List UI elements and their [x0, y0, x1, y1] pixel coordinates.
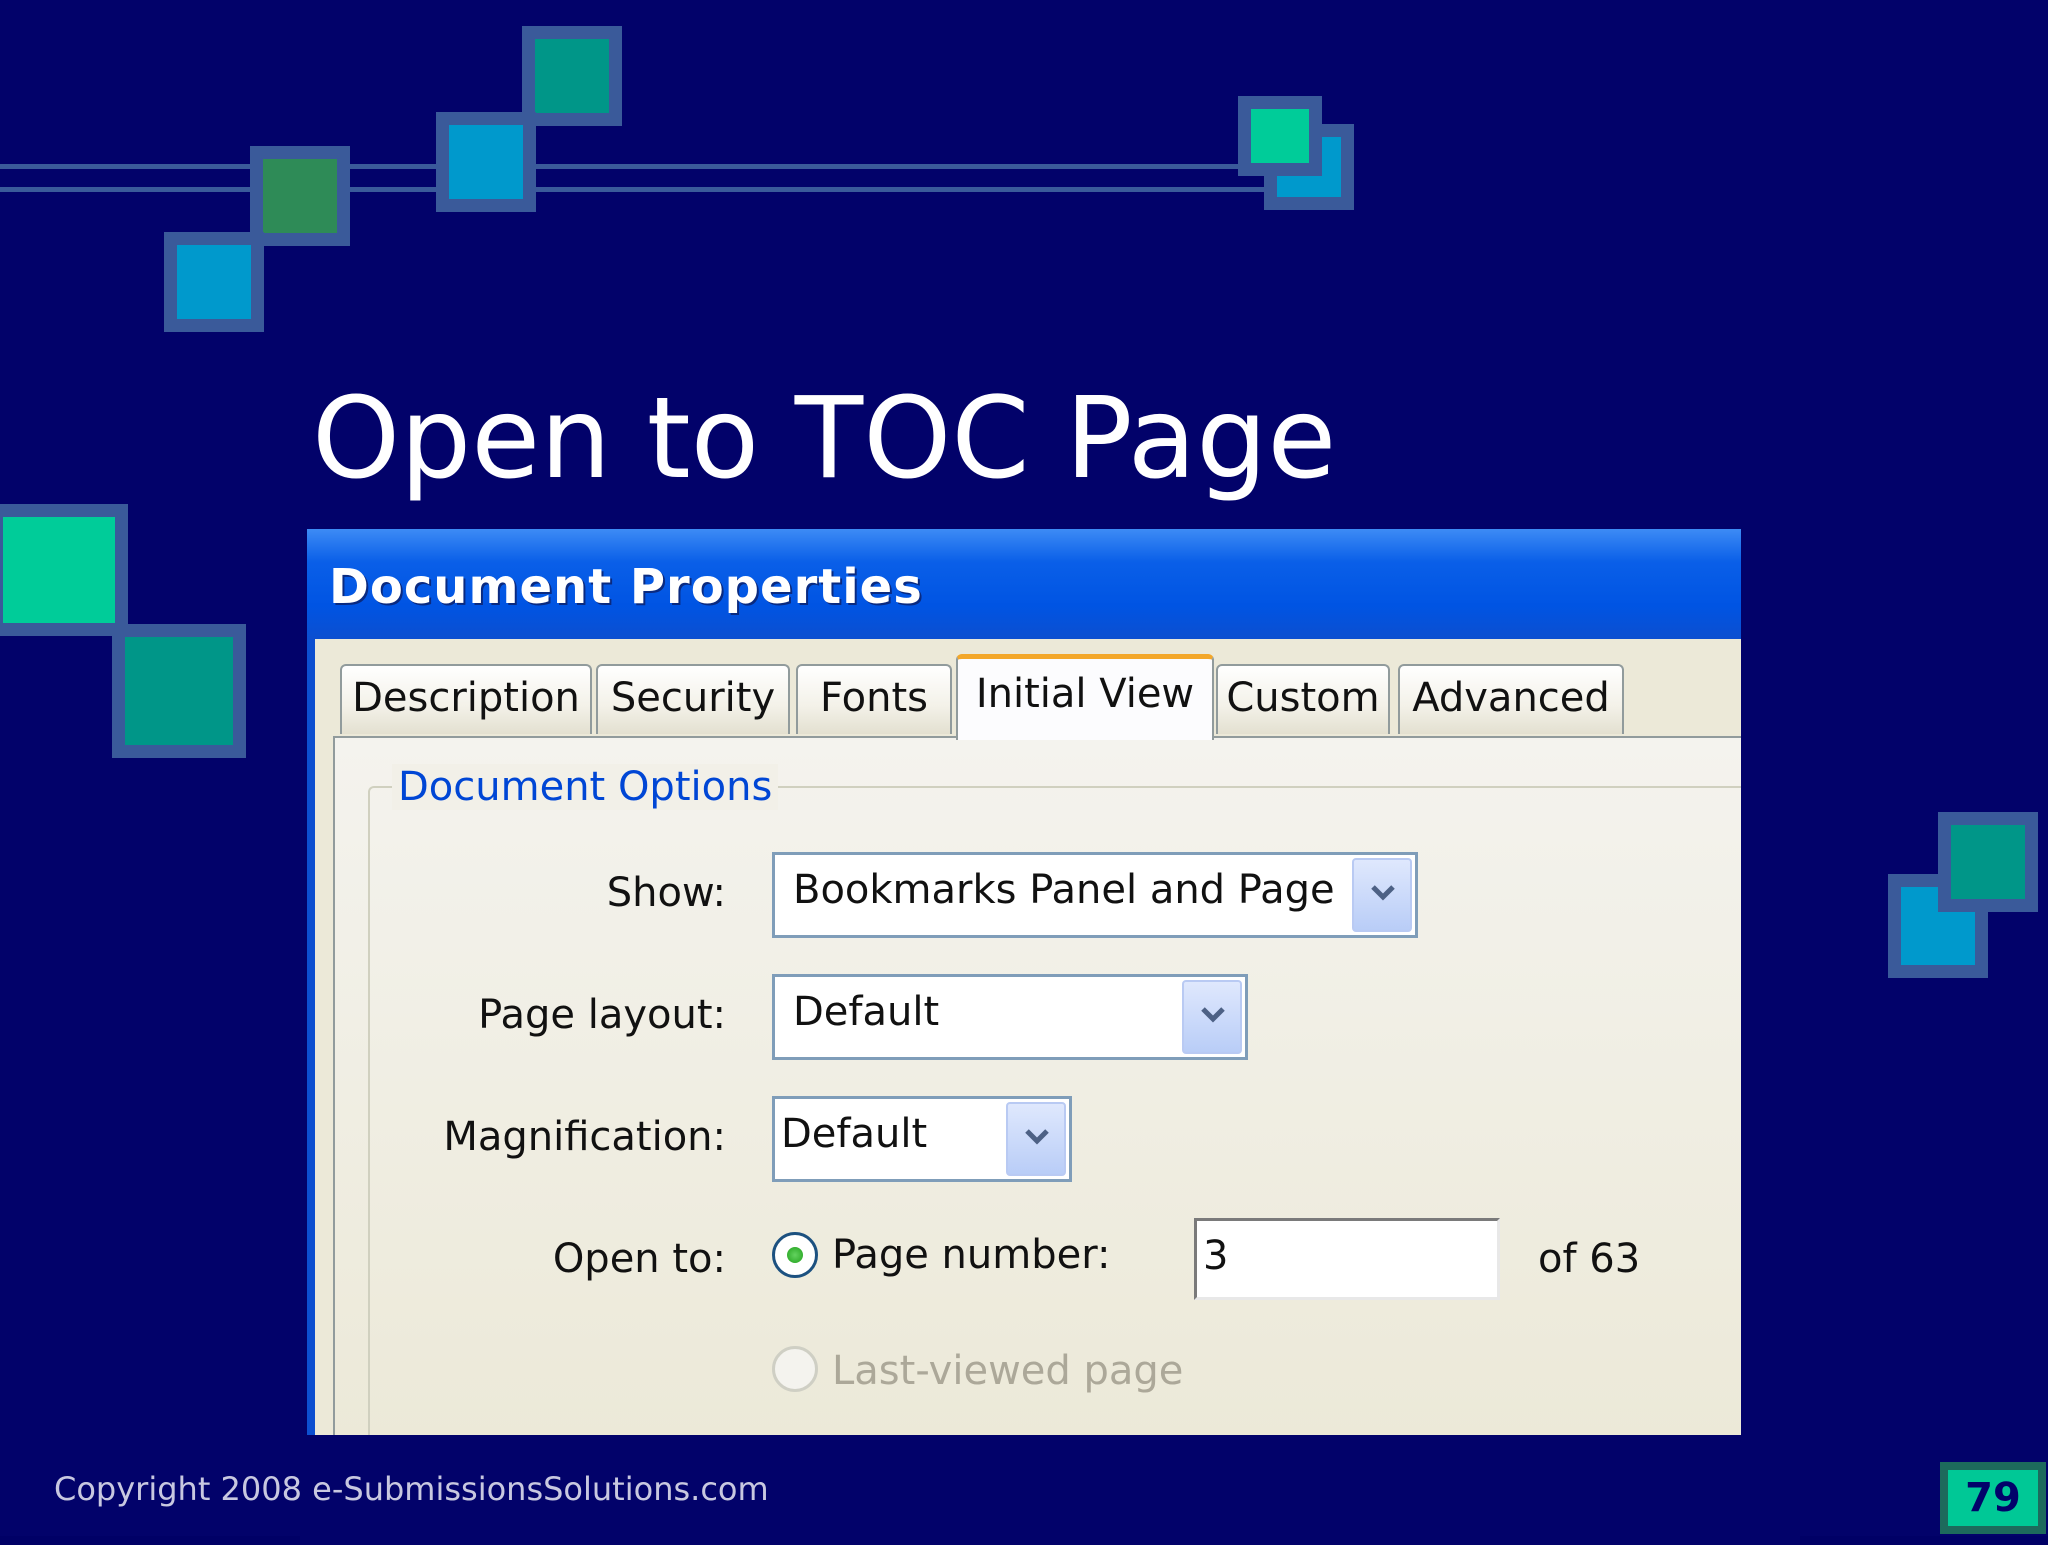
page-layout-select[interactable]: Default [772, 974, 1248, 1060]
magnification-dropdown-button[interactable] [1006, 1102, 1066, 1176]
radio-selected-dot [787, 1247, 803, 1263]
page-number-radio[interactable] [772, 1232, 818, 1278]
magnification-label: Magnification: [443, 1114, 726, 1160]
dialog-titlebar[interactable]: Document Properties [307, 529, 1741, 639]
decor-square [250, 146, 350, 246]
slide-title: Open to TOC Page [312, 374, 1337, 504]
document-options-label: Document Options [392, 764, 779, 810]
tab-security[interactable]: Security [596, 664, 790, 734]
last-viewed-page-label[interactable]: Last-viewed page [832, 1348, 1183, 1394]
decor-square [1938, 812, 2038, 912]
slide-background-right [1741, 529, 1881, 1435]
decor-line-top [0, 164, 1290, 192]
slide-number-badge: 79 [1940, 1462, 2046, 1534]
show-label: Show: [606, 870, 726, 916]
chevron-down-icon [1201, 1007, 1225, 1023]
page-total-text: of 63 [1538, 1236, 1641, 1282]
copyright-footer: Copyright 2008 e-SubmissionsSolutions.co… [54, 1470, 769, 1508]
tab-fonts[interactable]: Fonts [796, 664, 952, 734]
last-viewed-page-radio[interactable] [772, 1346, 818, 1392]
page-layout-select-value: Default [793, 989, 940, 1035]
page-layout-label: Page layout: [478, 992, 726, 1038]
decor-square [164, 232, 264, 332]
decor-square [436, 112, 536, 212]
decor-square [522, 26, 622, 126]
open-to-label: Open to: [552, 1236, 726, 1282]
slide-background: Open to TOC Page Document Properties Des… [0, 0, 2048, 1545]
tab-initial-view[interactable]: Initial View [956, 654, 1214, 740]
tab-description[interactable]: Description [340, 664, 592, 734]
magnification-select-value: Default [781, 1111, 928, 1157]
chevron-down-icon [1025, 1129, 1049, 1145]
decor-square [1238, 96, 1322, 176]
show-select[interactable]: Bookmarks Panel and Page [772, 852, 1418, 938]
page-layout-dropdown-button[interactable] [1182, 980, 1242, 1054]
decor-square [0, 504, 128, 636]
chevron-down-icon [1371, 885, 1395, 901]
magnification-select[interactable]: Default [772, 1096, 1072, 1182]
decor-square [112, 624, 246, 758]
page-number-label[interactable]: Page number: [832, 1232, 1110, 1278]
show-select-value: Bookmarks Panel and Page [793, 867, 1335, 913]
tab-advanced[interactable]: Advanced [1398, 664, 1624, 734]
page-number-value: 3 [1203, 1233, 1229, 1279]
dialog-title: Document Properties [329, 559, 923, 615]
show-dropdown-button[interactable] [1352, 858, 1412, 932]
page-number-input[interactable]: 3 [1194, 1218, 1500, 1300]
tab-custom[interactable]: Custom [1216, 664, 1390, 734]
